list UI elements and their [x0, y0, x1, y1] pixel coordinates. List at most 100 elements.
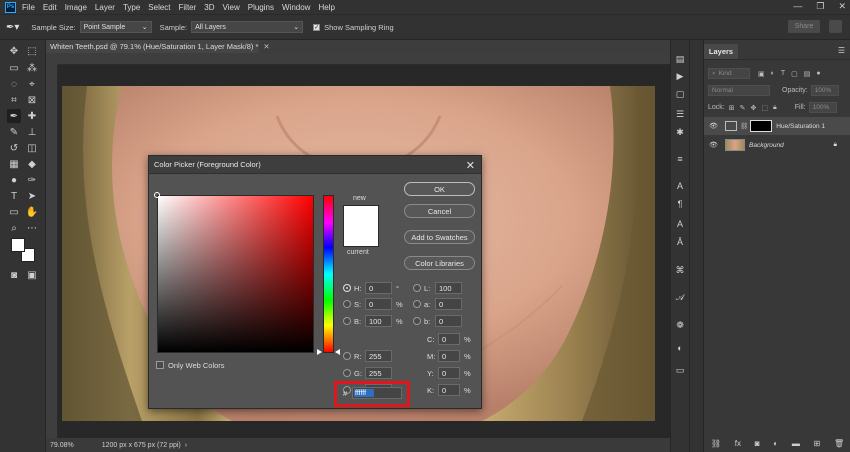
zoom-tool-icon[interactable]: ⌕ [7, 221, 21, 235]
new-group-icon[interactable]: ▬ [792, 439, 800, 448]
opacity-field[interactable]: 100% [810, 85, 839, 96]
history-brush-tool-icon[interactable]: ↺ [7, 141, 21, 155]
gradient-panel-icon[interactable]: ◐ [673, 342, 687, 354]
brush-tool-icon[interactable]: ✎ [7, 125, 21, 139]
glyphs-panel-icon[interactable]: A [673, 218, 687, 230]
yellow-input[interactable]: 0 [438, 367, 460, 379]
menu-window[interactable]: Window [282, 3, 310, 12]
document-tab[interactable]: Whiten Teeth.psd @ 79.1% (Hue/Saturation… [46, 40, 270, 53]
rectangle-tool-icon[interactable]: ▭ [7, 205, 21, 219]
lock-image-icon[interactable]: ✎ [740, 104, 746, 112]
type-tool-icon[interactable]: T [7, 189, 21, 203]
red-radio[interactable] [343, 352, 351, 360]
menu-layer[interactable]: Layer [95, 3, 115, 12]
red-input[interactable]: 255 [365, 350, 392, 362]
menu-plugins[interactable]: Plugins [248, 3, 274, 12]
color-field-marker[interactable] [154, 192, 160, 198]
visibility-eye-icon[interactable]: 👁︎ [709, 141, 719, 149]
eyedropper-tool-preset-icon[interactable]: ✒▾ [6, 22, 19, 33]
add-to-swatches-button[interactable]: Add to Swatches [404, 230, 475, 244]
photoshop-logo-icon[interactable]: Ps [5, 1, 16, 13]
layer-row-background[interactable]: 👁︎ Background 🔒︎ [704, 136, 850, 154]
layer-row-hue-saturation[interactable]: 👁︎ ⛓︎ Hue/Saturation 1 [704, 117, 850, 135]
more-tools-icon[interactable]: ⋯ [25, 221, 39, 235]
add-mask-icon[interactable]: ◙ [755, 439, 760, 448]
eraser-tool-icon[interactable]: ◫ [25, 141, 39, 155]
lab-l-input[interactable]: 100 [435, 282, 462, 294]
marquee-tool-icon[interactable]: ▭ [7, 61, 21, 75]
blend-mode-select[interactable]: Normal [708, 85, 770, 96]
actions-panel-icon[interactable]: ▶ [673, 70, 687, 82]
lab-l-radio[interactable] [413, 284, 421, 292]
saturation-input[interactable]: 0 [365, 298, 392, 310]
menu-help[interactable]: Help [318, 3, 334, 12]
character-panel-icon[interactable]: A [673, 180, 687, 192]
new-adjustment-icon[interactable]: ◐ [773, 439, 778, 448]
saturation-radio[interactable] [343, 300, 351, 308]
hex-input[interactable]: ffffff [352, 387, 402, 399]
minimize-icon[interactable]: — [793, 1, 802, 12]
pen-tool-icon[interactable]: ✑ [25, 173, 39, 187]
cyan-input[interactable]: 0 [438, 333, 460, 345]
hue-slider-right-arrow-icon[interactable] [335, 349, 340, 355]
artboard-tool-icon[interactable]: ⬚ [25, 44, 39, 58]
hue-input[interactable]: 0 [365, 282, 392, 294]
menu-type[interactable]: Type [123, 3, 140, 12]
close-window-icon[interactable]: ✕ [838, 1, 846, 12]
new-layer-icon[interactable]: ⊞ [814, 439, 821, 448]
smart-object-filter-icon[interactable]: ▤ [804, 70, 811, 78]
adjustment-filter-icon[interactable]: ◐ [771, 70, 775, 77]
lock-position-icon[interactable]: ✥ [750, 104, 756, 112]
kind-filter-select[interactable]: ⌕ Kind [708, 68, 750, 79]
quick-mask-icon[interactable]: ◙ [7, 268, 21, 282]
color-libraries-button[interactable]: Color Libraries [404, 256, 475, 270]
layer-mask-thumbnail[interactable] [750, 120, 773, 132]
crop-tool-icon[interactable]: ⌗ [7, 93, 21, 107]
magenta-input[interactable]: 0 [438, 350, 460, 362]
maximize-icon[interactable]: ❐ [816, 1, 824, 12]
info-panel-icon[interactable]: ▭ [673, 364, 687, 376]
magic-wand-tool-icon[interactable]: ⁂ [25, 61, 39, 75]
brightness-input[interactable]: 100 [365, 315, 392, 327]
styles-panel-icon[interactable]: Ā [673, 236, 687, 248]
sample-size-select[interactable]: Point Sample ⌄ [79, 21, 152, 33]
blur-tool-icon[interactable]: ◆ [25, 157, 39, 171]
shape-filter-icon[interactable]: ▢ [791, 70, 798, 78]
link-layers-icon[interactable]: ⛓︎ [711, 439, 721, 448]
close-icon[interactable]: ✕ [263, 42, 269, 51]
libraries-panel-icon[interactable]: ▢ [673, 88, 687, 100]
hue-radio[interactable] [343, 284, 351, 292]
adjustments-panel-icon[interactable]: ✱ [673, 126, 687, 138]
lock-all-icon[interactable]: 🔒︎ [773, 104, 777, 112]
foreground-color-swatch[interactable] [11, 238, 25, 252]
filter-toggle-icon[interactable]: ● [816, 70, 820, 77]
screen-mode-icon[interactable]: ▣ [25, 268, 39, 282]
hand-tool-icon[interactable]: ✋ [25, 205, 39, 219]
menu-3d[interactable]: 3D [204, 3, 214, 12]
menu-filter[interactable]: Filter [179, 3, 197, 12]
hue-slider[interactable] [323, 195, 334, 353]
lab-a-radio[interactable] [413, 300, 421, 308]
cancel-button[interactable]: Cancel [404, 204, 475, 218]
menu-file[interactable]: File [22, 3, 35, 12]
brightness-radio[interactable] [343, 317, 351, 325]
menu-image[interactable]: Image [65, 3, 87, 12]
path-selection-tool-icon[interactable]: ➤ [25, 189, 39, 203]
layer-style-icon[interactable]: fx [735, 439, 741, 448]
clone-stamp-tool-icon[interactable]: ⊥ [25, 125, 39, 139]
sample-select[interactable]: All Layers ⌄ [191, 21, 304, 33]
fill-field[interactable]: 100% [808, 102, 837, 113]
gradient-tool-icon[interactable]: ▦ [7, 157, 21, 171]
ok-button[interactable]: OK [404, 182, 475, 196]
show-sampling-ring-checkbox[interactable]: ✓ [313, 23, 321, 31]
zoom-level[interactable]: 79.08% [50, 442, 74, 449]
healing-brush-tool-icon[interactable]: ✚ [25, 109, 39, 123]
menu-edit[interactable]: Edit [43, 3, 57, 12]
only-web-colors-checkbox[interactable] [156, 361, 164, 369]
swatches-panel-icon[interactable]: ☰ [673, 108, 687, 120]
delete-layer-icon[interactable]: 🗑︎ [834, 439, 844, 448]
lock-artboard-icon[interactable]: ⬚ [761, 104, 768, 112]
layers-tab[interactable]: Layers [704, 44, 738, 59]
dodge-tool-icon[interactable]: ● [7, 173, 21, 187]
type-filter-icon[interactable]: T [781, 70, 785, 77]
